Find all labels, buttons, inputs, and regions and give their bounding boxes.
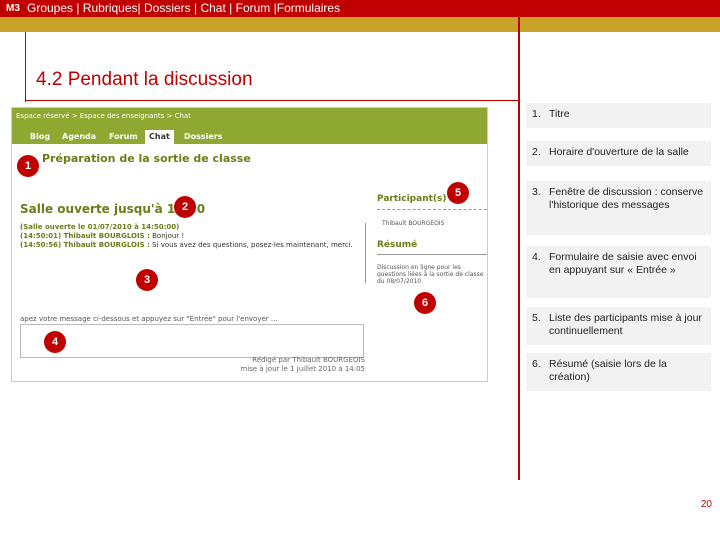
chat-message: (14:50:56) Thibault BOURGLOIS : Si vous … (20, 241, 365, 250)
participants-title: Participant(s) (377, 194, 447, 204)
nav-separator: | (190, 1, 201, 15)
legend-number: 5. (532, 312, 541, 324)
history-header: (Salle ouverte le 01/07/2010 à 14:50:00) (20, 223, 180, 231)
nav-rubriques[interactable]: Rubriques (83, 1, 138, 15)
message-text: Si vous avez des questions, posez-les ma… (152, 241, 353, 249)
participant-name: Thibault BOURGEOIS (382, 220, 445, 227)
legend-item-1: 1. Titre (526, 103, 711, 128)
callout-badge-6: 6 (414, 292, 436, 314)
chat-history[interactable]: (Salle ouverte le 01/07/2010 à 14:50:00)… (20, 223, 366, 283)
legend-number: 2. (532, 146, 541, 158)
legend-text: Formulaire de saisie avec envoi en appuy… (549, 251, 697, 276)
legend-item-4: 4. Formulaire de saisie avec envoi en ap… (526, 246, 711, 298)
legend-text: Horaire d'ouverture de la salle (549, 146, 689, 158)
legend-number: 6. (532, 358, 541, 370)
legend-text: Fenêtre de discussion : conserve l'histo… (549, 186, 704, 211)
legend-number: 3. (532, 186, 541, 198)
tab-blog[interactable]: Blog (30, 130, 50, 144)
credit: Rédigé par Thibault BOURGEOIS mise à jou… (240, 356, 365, 374)
input-hint: apez votre message ci-dessous et appuyez… (20, 315, 278, 323)
legend-item-2: 2. Horaire d'ouverture de la salle (526, 141, 711, 166)
nav-separator: | (225, 1, 236, 15)
left-accent-line (25, 32, 26, 102)
page-number: 20 (700, 499, 712, 510)
credit-date: mise à jour le 1 juillet 2010 à 14:05 (240, 365, 365, 373)
participants-divider (377, 209, 487, 210)
title-underline (25, 100, 518, 101)
tab-chat[interactable]: Chat (145, 130, 174, 144)
message-meta: (14:50:56) Thibault BOURGLOIS : (20, 241, 150, 249)
legend-item-3: 3. Fenêtre de discussion : conserve l'hi… (526, 181, 711, 235)
nav-groupes[interactable]: Groupes (27, 1, 73, 15)
chat-screenshot: Espace réservé > Espace des enseignants … (11, 107, 488, 382)
message-input[interactable] (20, 324, 364, 358)
legend-item-5: 5. Liste des participants mise à jour co… (526, 307, 711, 345)
legend-item-6: 6. Résumé (saisie lors de la création) (526, 353, 711, 391)
vertical-divider (518, 0, 520, 480)
nav-formulaires[interactable]: Formulaires (277, 1, 340, 15)
callout-badge-1: 1 (17, 155, 39, 177)
nav-dossiers[interactable]: Dossiers (144, 1, 191, 15)
chat-message: (14:50:01) Thibault BOURGLOIS : Bonjour … (20, 232, 365, 241)
top-navigation-bar: M3 Groupes | Rubriques| Dossiers | Chat … (0, 0, 720, 17)
module-badge: M3 (6, 3, 20, 14)
legend-text: Liste des participants mise à jour conti… (549, 312, 702, 337)
summary-title: Résumé (377, 240, 418, 250)
legend-text: Résumé (saisie lors de la création) (549, 358, 667, 383)
chat-title: Préparation de la sortie de classe (42, 152, 251, 165)
tab-dossiers[interactable]: Dossiers (184, 130, 223, 144)
summary-text: Discussion en ligne pour les questions l… (377, 264, 484, 285)
message-meta: (14:50:01) Thibault BOURGLOIS : (20, 232, 150, 240)
slide-title: 4.2 Pendant la discussion (36, 69, 253, 90)
callout-badge-4: 4 (44, 331, 66, 353)
legend-number: 1. (532, 108, 541, 120)
tab-forum[interactable]: Forum (109, 130, 138, 144)
top-nav: Groupes | Rubriques| Dossiers | Chat | F… (27, 1, 340, 15)
credit-author: Rédigé par Thibault BOURGEOIS (252, 356, 365, 364)
nav-forum[interactable]: Forum (236, 1, 271, 15)
message-text: Bonjour ! (152, 232, 185, 240)
app-tabs: Blog Agenda Forum Chat Dossiers (12, 124, 487, 144)
callout-badge-2: 2 (174, 196, 196, 218)
summary-divider (377, 254, 487, 255)
tab-agenda[interactable]: Agenda (62, 130, 96, 144)
gold-band (0, 17, 720, 32)
nav-chat[interactable]: Chat (200, 1, 225, 15)
legend-text: Titre (549, 108, 570, 120)
breadcrumb[interactable]: Espace réservé > Espace des enseignants … (12, 108, 487, 124)
callout-badge-3: 3 (136, 269, 158, 291)
callout-badge-5: 5 (447, 182, 469, 204)
nav-separator: | (73, 1, 83, 15)
legend-number: 4. (532, 251, 541, 263)
